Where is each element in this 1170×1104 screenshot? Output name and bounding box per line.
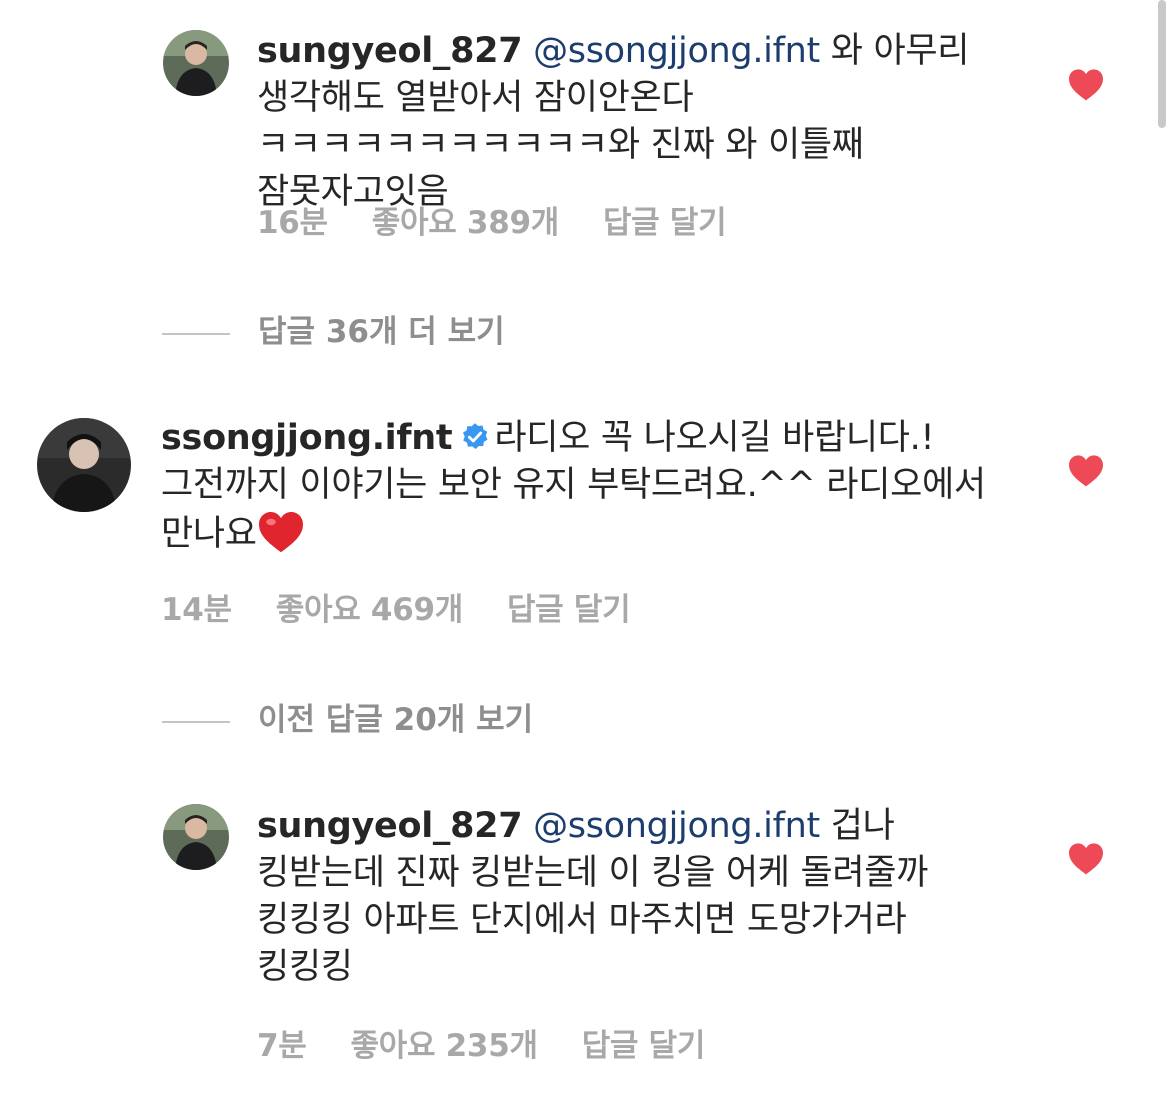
reply-button[interactable]: 답글 달기 <box>582 1020 706 1065</box>
comment-meta: 16분 좋아요 389개 답글 달기 <box>257 197 770 242</box>
divider-line <box>162 332 230 335</box>
reply-button[interactable]: 답글 달기 <box>603 197 727 242</box>
comment-username[interactable]: sungyeol_827 <box>257 806 523 846</box>
avatar[interactable] <box>37 418 131 512</box>
avatar-photo <box>163 30 229 96</box>
comment-time: 14분 <box>161 592 232 628</box>
view-more-replies-label[interactable]: 답글 36개 더 보기 <box>258 314 505 350</box>
avatar[interactable] <box>163 804 229 870</box>
comment-likes-count[interactable]: 좋아요 235개 <box>351 1020 538 1065</box>
comment-text: ssongjjong.ifnt 라디오 꼭 나오시길 바랍니다.!그전까지 이야기… <box>161 415 999 558</box>
comment-time: 7분 <box>257 1028 307 1064</box>
heart-filled-icon[interactable] <box>1067 67 1105 101</box>
comment-username[interactable]: sungyeol_827 <box>257 31 523 71</box>
comment-username[interactable]: ssongjjong.ifnt <box>161 418 453 458</box>
heart-filled-icon[interactable] <box>1067 453 1105 487</box>
verified-badge-icon <box>460 422 490 452</box>
view-previous-replies[interactable]: 이전 답글 20개 보기 <box>162 694 533 739</box>
mention-link[interactable]: @ssongjjong.ifnt <box>533 806 820 846</box>
avatar[interactable] <box>163 30 229 96</box>
reply-button[interactable]: 답글 달기 <box>507 584 631 629</box>
view-previous-replies-label[interactable]: 이전 답글 20개 보기 <box>258 702 533 738</box>
red-heart-emoji <box>257 509 305 553</box>
view-more-replies[interactable]: 답글 36개 더 보기 <box>162 306 505 351</box>
divider-line <box>162 720 230 723</box>
heart-filled-icon[interactable] <box>1067 841 1105 875</box>
comment-text: sungyeol_827 @ssongjjong.ifnt 겁나 킹받는데 진짜… <box>257 803 999 991</box>
comment-time: 16분 <box>257 205 328 241</box>
scrollbar[interactable] <box>1158 0 1166 128</box>
avatar-photo <box>163 804 229 870</box>
avatar-photo <box>37 418 131 512</box>
mention-link[interactable]: @ssongjjong.ifnt <box>533 31 820 71</box>
comment-likes-count[interactable]: 좋아요 469개 <box>276 584 463 629</box>
comment-text: sungyeol_827 @ssongjjong.ifnt 와 아무리 생각해도… <box>257 28 999 216</box>
comment-likes-count[interactable]: 좋아요 389개 <box>372 197 559 242</box>
comment-meta: 7분 좋아요 235개 답글 달기 <box>257 1020 749 1065</box>
comment-meta: 14분 좋아요 469개 답글 달기 <box>161 584 674 629</box>
